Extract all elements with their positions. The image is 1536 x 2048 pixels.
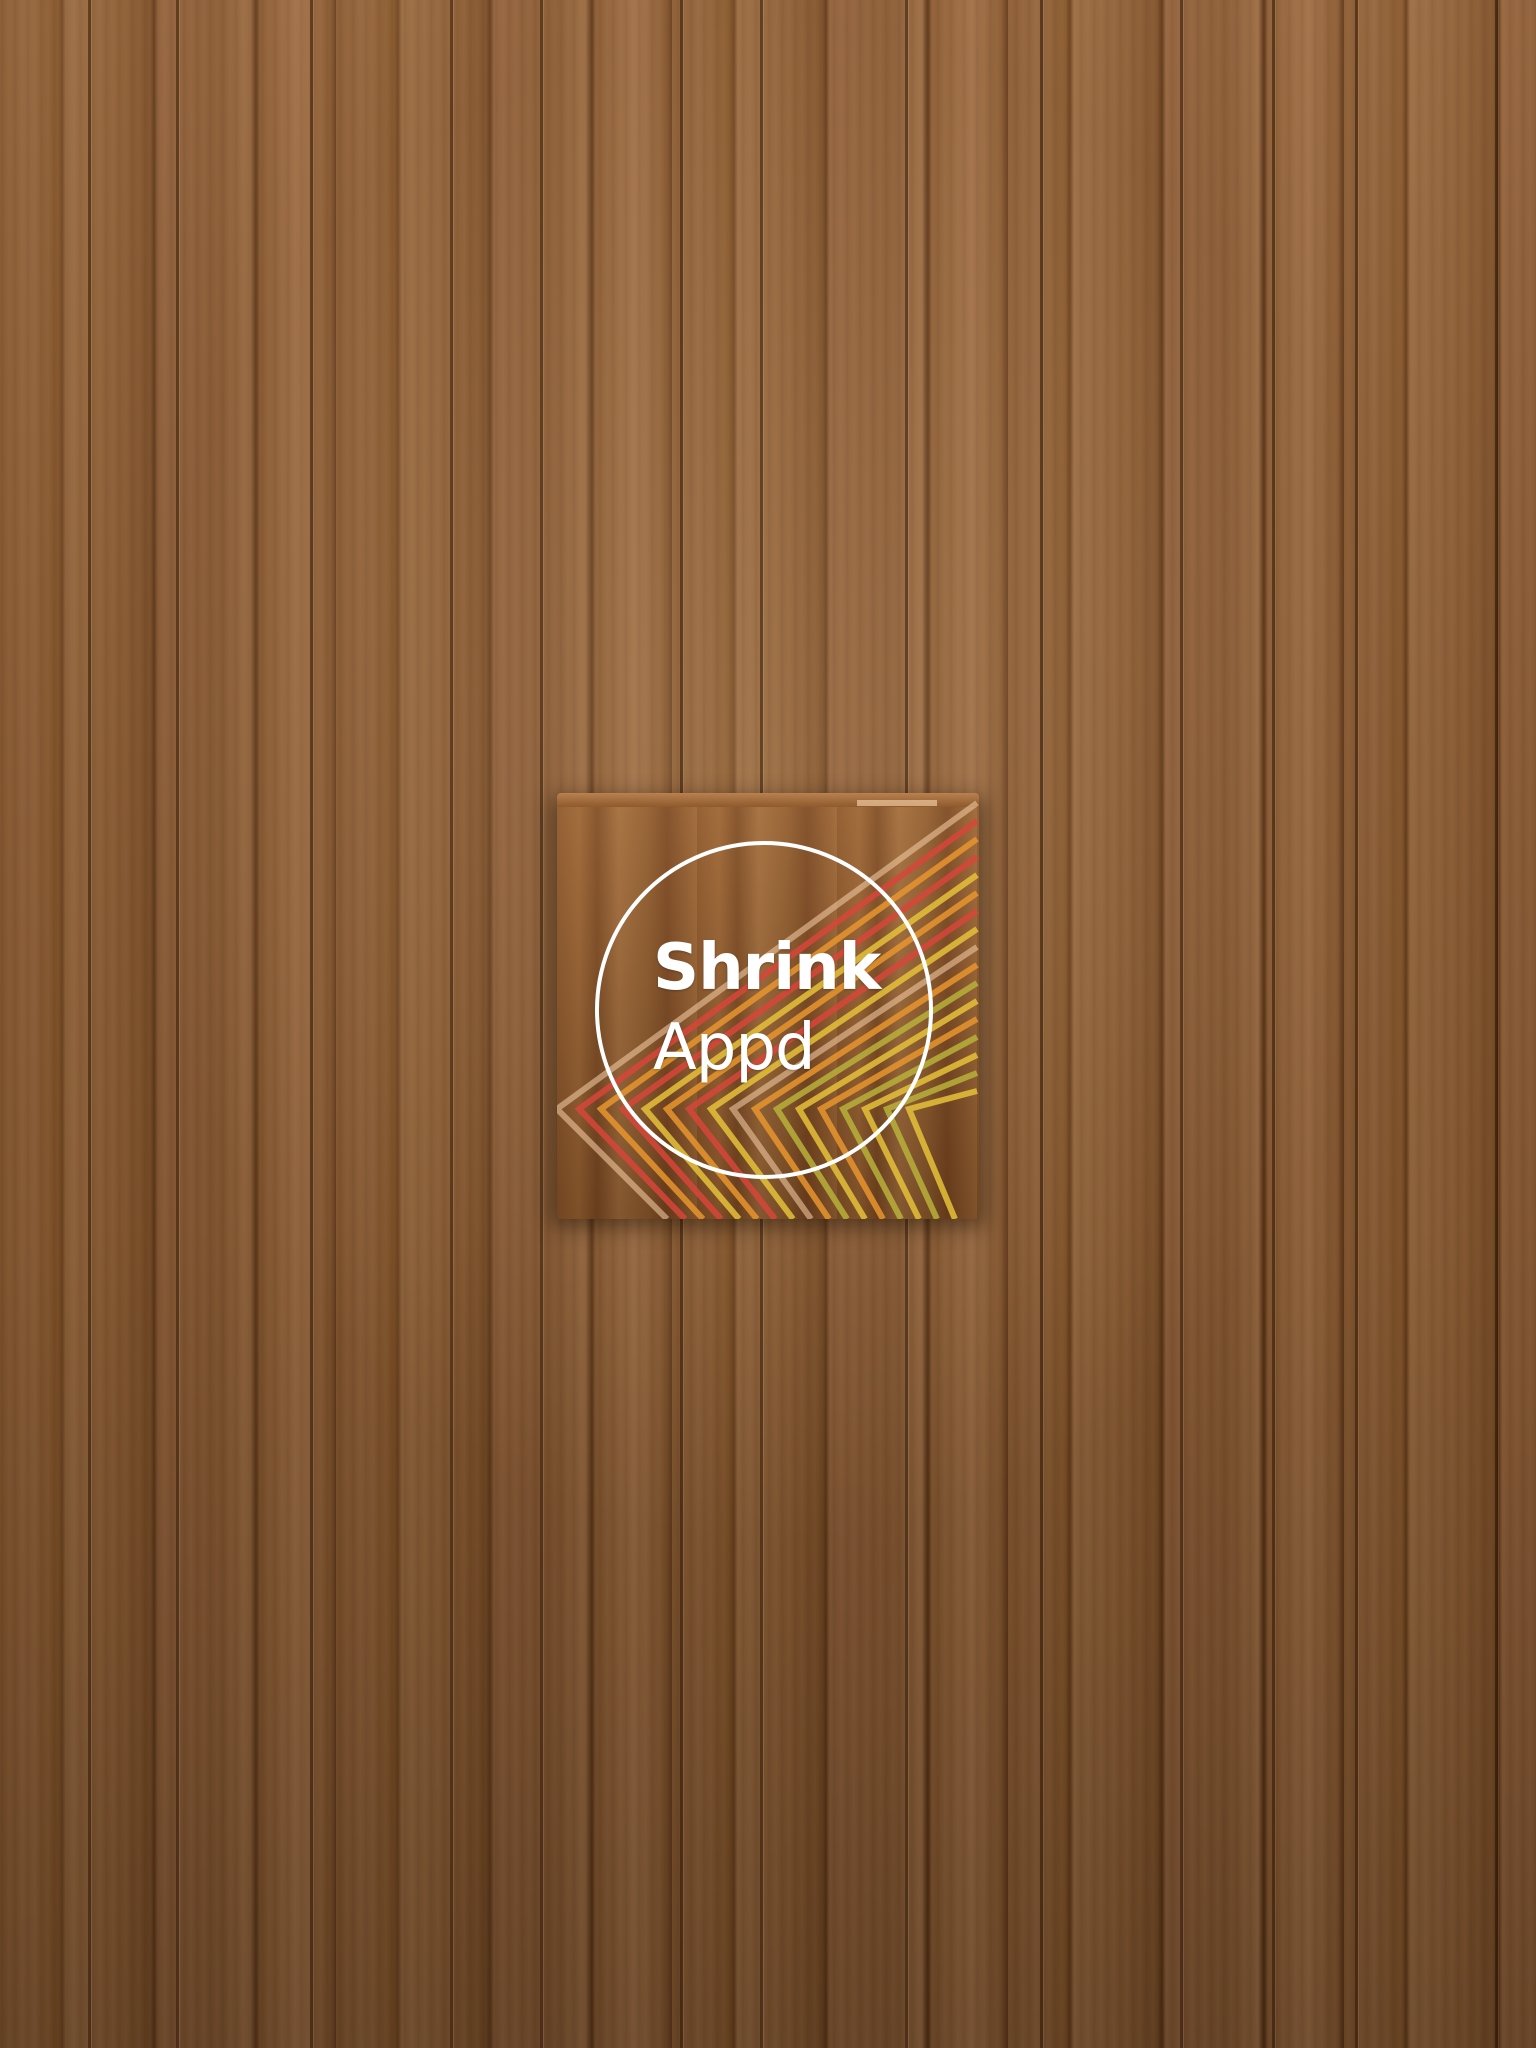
app-icon-ring [595,841,933,1179]
app-icon-subtitle: Appd [653,1011,816,1085]
app-icon-title: Shrink [653,931,881,1005]
app-icon-tile: Shrink Appd [557,793,979,1219]
shrink-appd-app-icon[interactable]: Shrink Appd [551,793,985,1227]
